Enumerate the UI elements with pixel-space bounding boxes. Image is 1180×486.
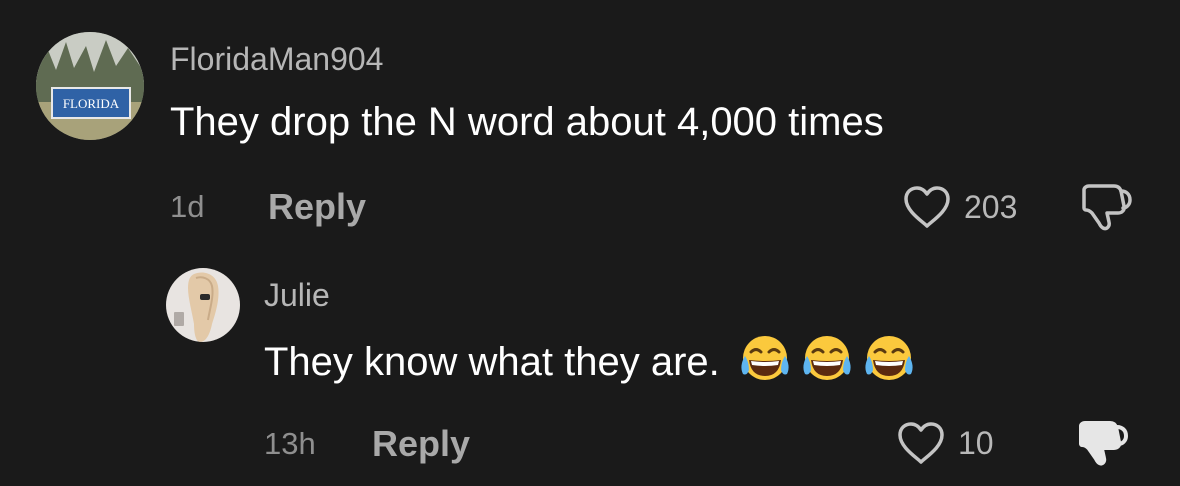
like-button[interactable]: 10 (896, 420, 994, 466)
comment-username[interactable]: Julie (264, 276, 330, 314)
like-count: 203 (964, 189, 1018, 225)
dislike-button[interactable] (1080, 184, 1136, 237)
comment-text: They know what they are. (264, 334, 917, 395)
avatar-sign-text: FLORIDA (63, 96, 120, 111)
comment-username[interactable]: FloridaMan904 (170, 40, 383, 78)
like-button[interactable]: 203 (902, 184, 1017, 230)
comment-age: 13h (264, 426, 316, 461)
heart-icon (904, 186, 950, 228)
face-with-tears-of-joy-icon (861, 334, 917, 395)
reply-button[interactable]: Reply (268, 186, 366, 228)
thumbs-down-filled-icon (1079, 421, 1129, 466)
comment-text-body: They know what they are. (264, 340, 720, 385)
thumbs-down-icon (1082, 184, 1132, 231)
face-with-tears-of-joy-icon (737, 334, 793, 395)
heart-icon (898, 422, 944, 464)
like-count: 10 (958, 425, 994, 461)
comment-age: 1d (170, 189, 205, 224)
face-with-tears-of-joy-icon (799, 334, 855, 395)
avatar[interactable]: FLORIDA (36, 32, 144, 140)
avatar[interactable] (166, 268, 240, 342)
comment-thread: FLORIDA FloridaMan904 They drop the N wo… (0, 0, 1180, 486)
comment-text: They drop the N word about 4,000 times (170, 100, 884, 144)
reply-button[interactable]: Reply (372, 423, 470, 465)
dislike-button[interactable] (1076, 420, 1132, 473)
